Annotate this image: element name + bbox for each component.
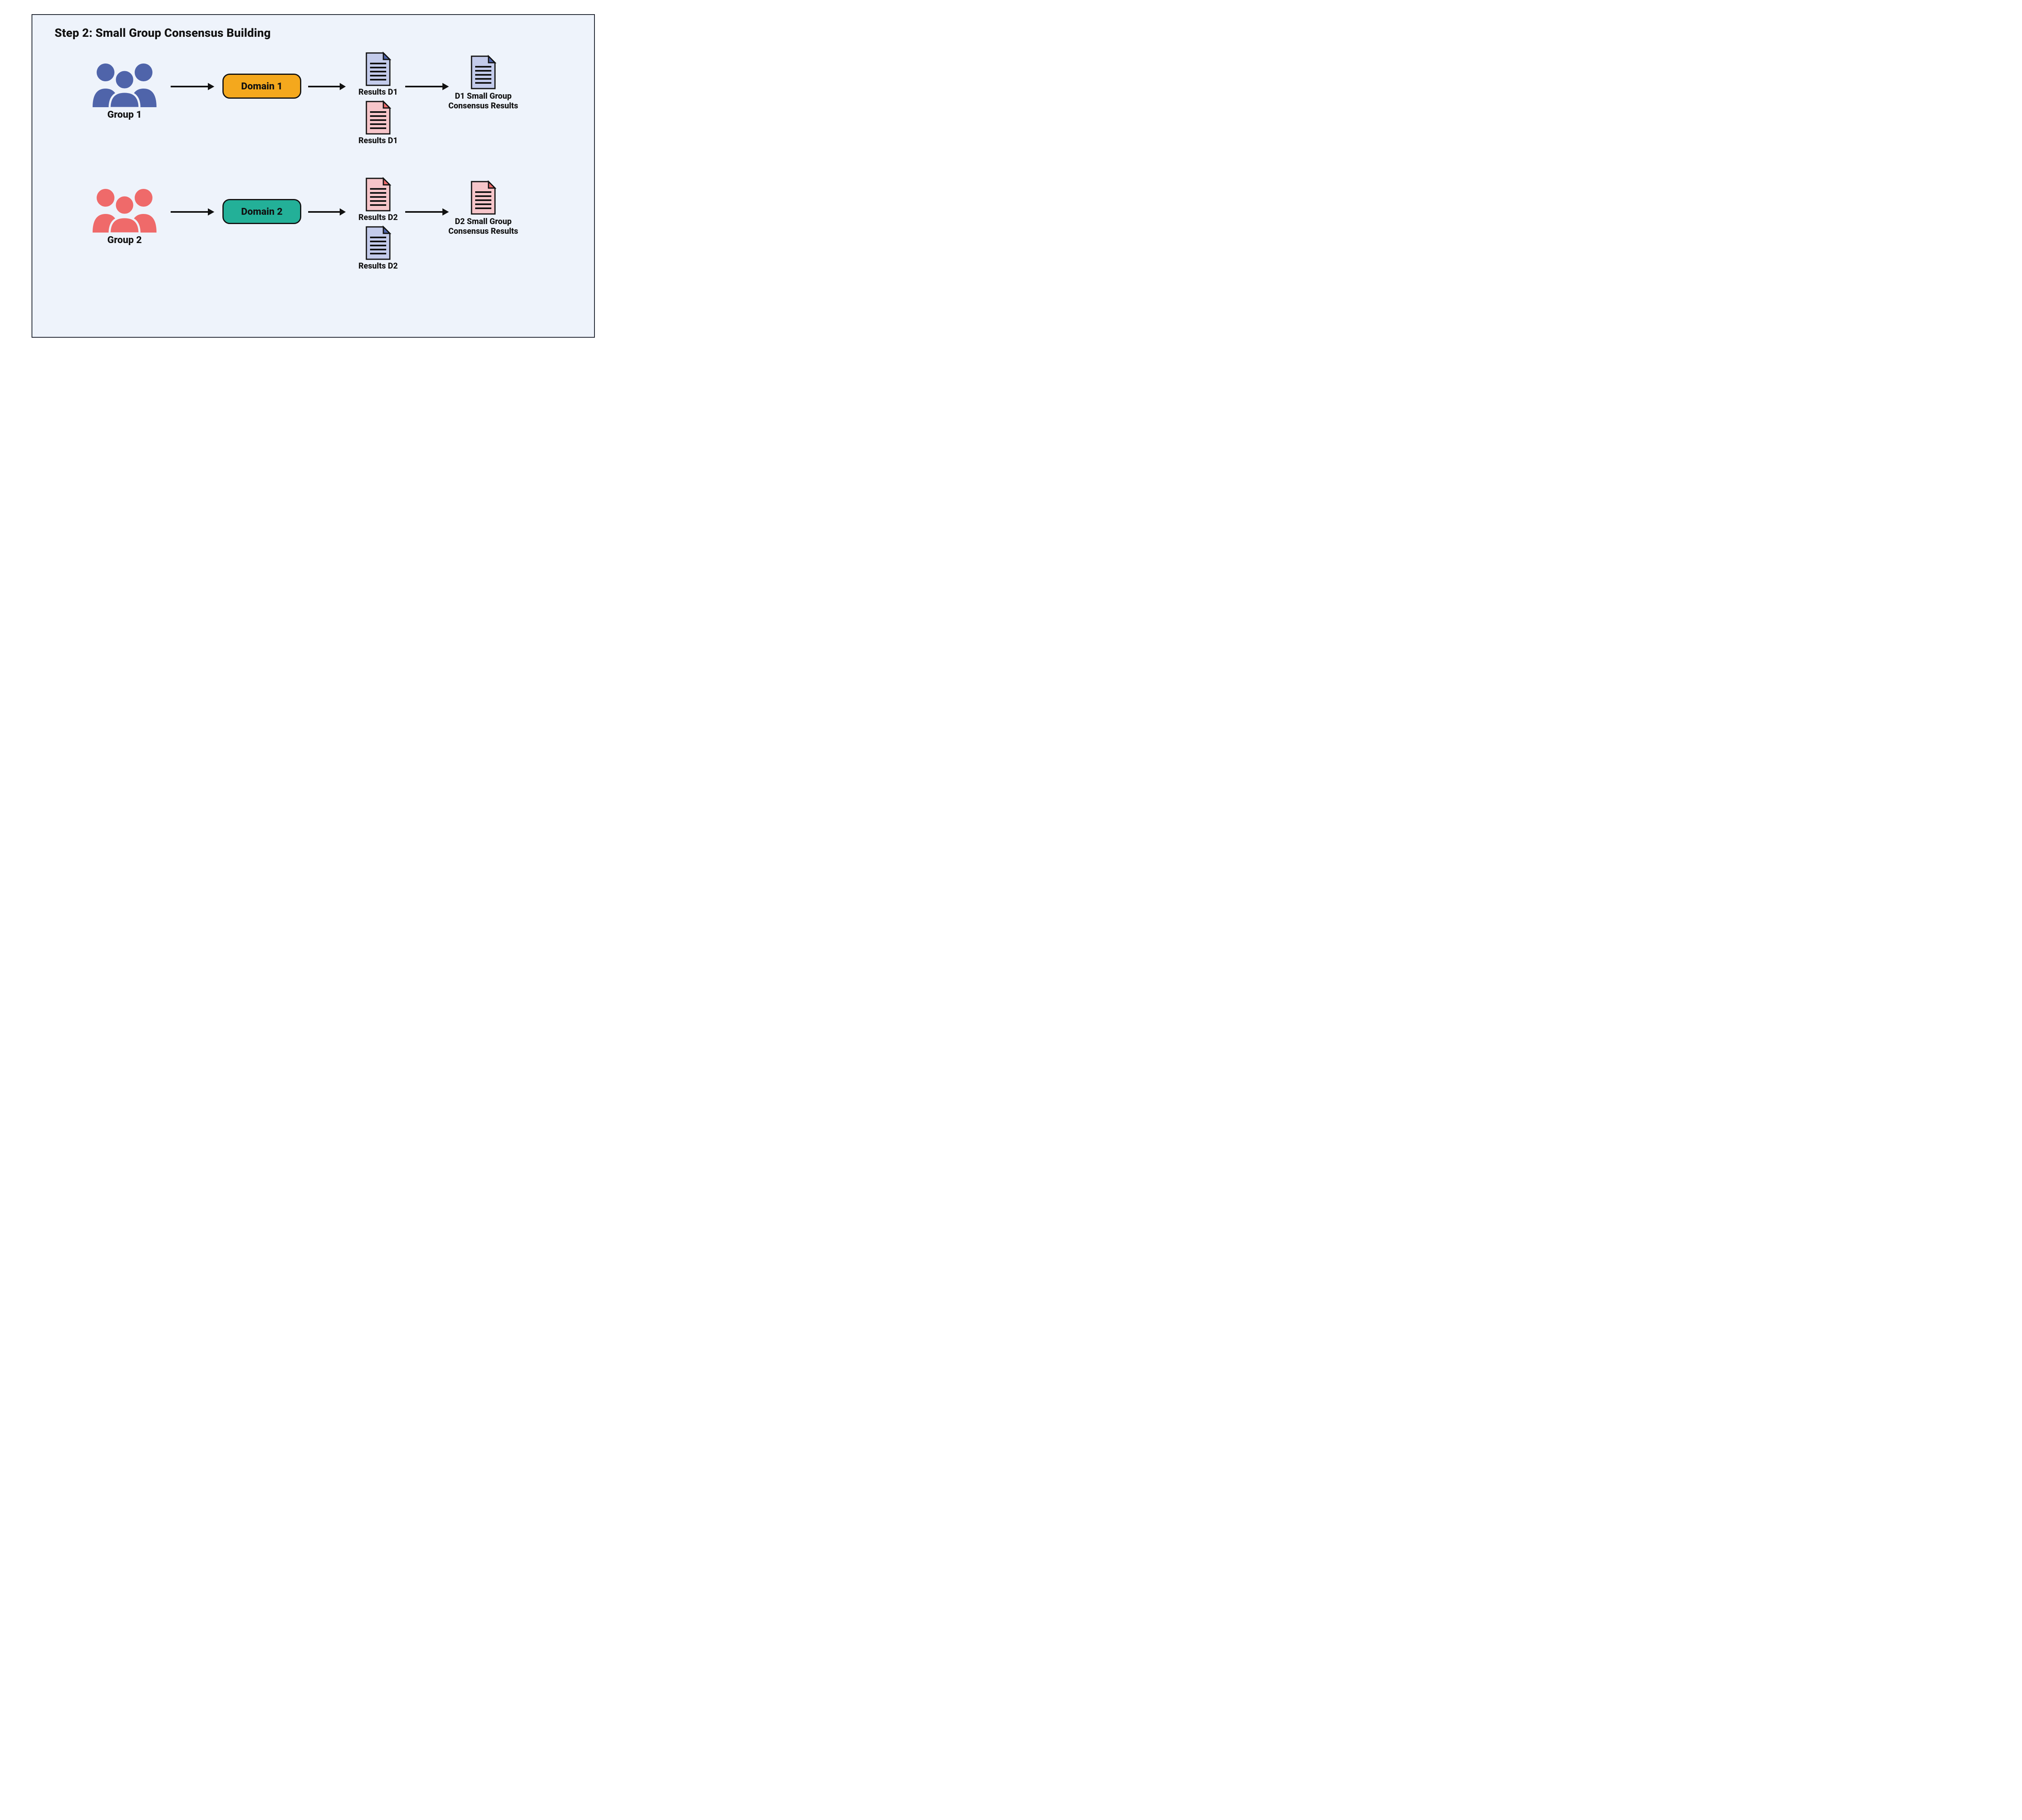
arrow-icon	[404, 80, 449, 93]
step-title: Step 2: Small Group Consensus Building	[55, 26, 271, 40]
document-icon	[364, 51, 392, 87]
consensus-d1-label: D1 Small Group Consensus Results	[445, 91, 522, 111]
group-2: Group 2	[84, 185, 165, 245]
people-group-icon	[86, 185, 163, 233]
results-d1-label-b: Results D1	[344, 135, 412, 145]
domain-2-label: Domain 2	[241, 206, 282, 217]
flow-row-2: Group 2 Domain 2 R	[32, 177, 594, 298]
document-icon	[364, 225, 392, 261]
results-d2-label-a: Results D2	[344, 212, 412, 222]
document-icon	[364, 100, 392, 135]
document-icon	[469, 180, 497, 216]
group-1: Group 1	[84, 59, 165, 120]
flow-row-1: Group 1 Domain 1 R	[32, 51, 594, 173]
results-col-d1: Results D1 Results D1	[344, 51, 412, 148]
people-group-icon	[86, 59, 163, 108]
results-d2-label-b: Results D2	[344, 261, 412, 271]
arrow-icon	[404, 206, 449, 218]
results-d1-label-a: Results D1	[344, 87, 412, 97]
group-2-label: Group 2	[84, 234, 165, 245]
consensus-d2-label: D2 Small Group Consensus Results	[445, 216, 522, 236]
arrow-icon	[307, 206, 346, 218]
arrow-icon	[170, 80, 214, 93]
arrow-icon	[307, 80, 346, 93]
document-icon	[469, 55, 497, 90]
domain-2-box: Domain 2	[222, 199, 301, 224]
group-1-label: Group 1	[84, 109, 165, 120]
arrow-icon	[170, 206, 214, 218]
consensus-col-d1: D1 Small Group Consensus Results	[445, 55, 522, 111]
diagram-panel: Step 2: Small Group Consensus Building G…	[32, 14, 595, 338]
results-col-d2: Results D2 Results D2	[344, 177, 412, 274]
domain-1-label: Domain 1	[241, 80, 282, 92]
document-icon	[364, 177, 392, 212]
domain-1-box: Domain 1	[222, 74, 301, 99]
consensus-col-d2: D2 Small Group Consensus Results	[445, 180, 522, 236]
